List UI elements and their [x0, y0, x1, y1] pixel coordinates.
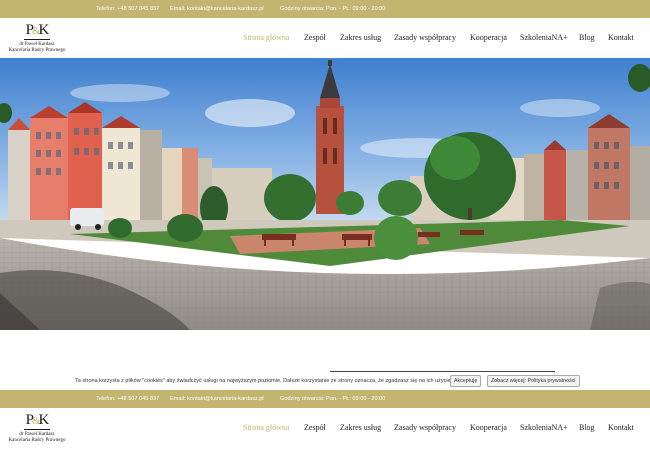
sticky-header: P&K dr Paweł Kardasz Kancelaria Radcy Pr… — [0, 408, 650, 450]
nav-szkolenia[interactable]: SzkoleniaNA+ — [520, 33, 568, 42]
sticky-nav-zasady-wspolpracy[interactable]: Zasady współpracy — [394, 423, 456, 432]
nav-zespol[interactable]: Zespół — [304, 33, 326, 42]
nav-zasady-wspolpracy[interactable]: Zasady współpracy — [394, 33, 456, 42]
sticky-logo-rule — [24, 429, 50, 430]
sticky-nav-kontakt[interactable]: Kontakt — [608, 423, 634, 432]
logo-mark: P&K — [25, 22, 50, 38]
cookie-accept-button[interactable]: Akceptuję — [450, 375, 482, 387]
nav-zakres-uslug[interactable]: Zakres usług — [340, 33, 381, 42]
sticky-nav-blog[interactable]: Blog — [579, 423, 595, 432]
sticky-nav-szkolenia[interactable]: SzkoleniaNA+ — [520, 423, 568, 432]
privacy-policy-button[interactable]: Zobacz więcej: Polityka prywatności — [487, 375, 580, 387]
sticky-nav-kooperacja[interactable]: Kooperacja — [470, 423, 507, 432]
nav-blog[interactable]: Blog — [579, 33, 595, 42]
top-info-bar: Telefon: +48 507 045 837 Email: kontakt@… — [0, 0, 650, 18]
hero-image — [0, 58, 650, 330]
cookie-message: Ta strona korzysta z plików "cookies" ab… — [75, 378, 453, 384]
hero-panorama — [0, 58, 650, 330]
phone-text[interactable]: Telefon: +48 507 045 837 — [96, 6, 159, 12]
sticky-hours-text: Godziny otwarcia: Pon. - Pt.: 09:00 - 20… — [280, 396, 386, 402]
nav-kooperacja[interactable]: Kooperacja — [470, 33, 507, 42]
nav-kontakt[interactable]: Kontakt — [608, 33, 634, 42]
logo-subtitle: Kancelaria Radcy Prawnego — [8, 48, 66, 53]
sticky-nav-strona-glowna[interactable]: Strona główna — [243, 423, 289, 432]
cookie-banner: Ta strona korzysta z plików "cookies" ab… — [0, 372, 650, 390]
site-logo[interactable]: P&K dr Paweł Kardasz Kancelaria Radcy Pr… — [6, 22, 68, 56]
nav-strona-glowna[interactable]: Strona główna — [243, 33, 289, 42]
sticky-logo[interactable]: P&K dr Paweł Kardasz Kancelaria Radcy Pr… — [6, 412, 68, 446]
sticky-info-bar: Telefon: +48 507 045 837 Email: kontakt@… — [0, 390, 650, 408]
email-text[interactable]: Email: kontakt@kancelaria-kardasz.pl — [170, 6, 264, 12]
sticky-email-text[interactable]: Email: kontakt@kancelaria-kardasz.pl — [170, 396, 264, 402]
sticky-logo-subtitle: Kancelaria Radcy Prawnego — [8, 438, 66, 443]
sticky-phone-text[interactable]: Telefon: +48 507 045 837 — [96, 396, 159, 402]
sticky-nav-zakres-uslug[interactable]: Zakres usług — [340, 423, 381, 432]
sticky-nav-zespol[interactable]: Zespół — [304, 423, 326, 432]
sticky-logo-mark: P&K — [25, 412, 50, 428]
site-header: P&K dr Paweł Kardasz Kancelaria Radcy Pr… — [0, 18, 650, 58]
logo-rule — [24, 39, 50, 40]
hours-text: Godziny otwarcia: Pon. - Pt.: 09:00 - 20… — [280, 6, 386, 12]
